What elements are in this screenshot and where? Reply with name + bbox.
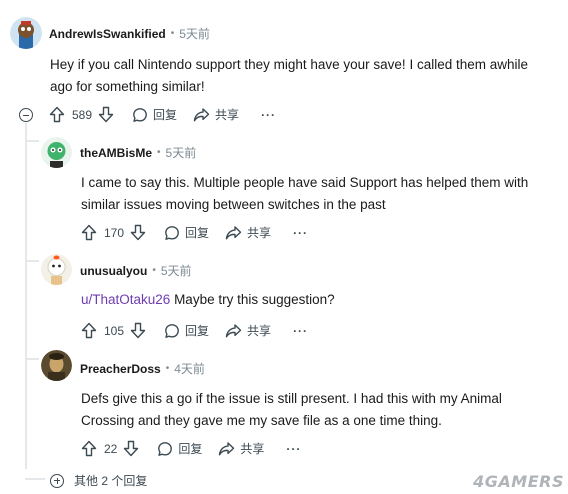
- more-options-button[interactable]: ···: [261, 108, 276, 122]
- comment-header: PreacherDoss • 4天前: [80, 360, 205, 377]
- comment-line: Hey if you call Nintendo support they mi…: [50, 57, 528, 72]
- timestamp[interactable]: 5天前: [179, 25, 210, 42]
- separator-dot: •: [157, 147, 161, 158]
- separator-dot: •: [152, 265, 156, 276]
- share-icon: [225, 323, 242, 337]
- comment-header: theAMBisMe • 5天前: [80, 144, 196, 161]
- more-replies-label: 其他 2 个回复: [74, 474, 148, 488]
- share-button[interactable]: 共享: [218, 440, 264, 457]
- comment-text: Maybe try this suggestion?: [170, 292, 335, 307]
- vote-count: 589: [72, 107, 93, 122]
- avatar[interactable]: [41, 254, 72, 285]
- thread-line-main[interactable]: [25, 123, 27, 469]
- expand-icon: [50, 473, 64, 488]
- more-options-button[interactable]: ···: [293, 226, 308, 240]
- reply-button[interactable]: 回复: [164, 224, 209, 241]
- comment-body: u/ThatOtaku26 Maybe try this suggestion?: [81, 289, 335, 311]
- thread-branch-2: [25, 260, 39, 262]
- comment-body: Defs give this a go if the issue is stil…: [81, 388, 502, 432]
- share-icon: [193, 107, 210, 121]
- user-mention-link[interactable]: u/ThatOtaku26: [81, 292, 170, 307]
- reply-label: 回复: [178, 442, 203, 456]
- timestamp[interactable]: 4天前: [174, 360, 205, 377]
- share-button[interactable]: 共享: [193, 106, 239, 123]
- reply-button[interactable]: 回复: [157, 440, 202, 457]
- comment-actions: 105 回复 共享 ···: [81, 322, 308, 339]
- avatar[interactable]: [41, 137, 72, 168]
- comment-thread: AndrewIsSwankified • 5天前 Hey if you call…: [0, 0, 568, 494]
- upvote-button[interactable]: [81, 322, 97, 339]
- share-button[interactable]: 共享: [225, 322, 271, 339]
- reply-button[interactable]: 回复: [132, 106, 177, 123]
- reply-label: 回复: [185, 324, 210, 338]
- downvote-button[interactable]: [130, 322, 146, 339]
- upvote-icon: [81, 440, 97, 457]
- share-button[interactable]: 共享: [225, 224, 271, 241]
- comment-line: I came to say this. Multiple people have…: [81, 175, 529, 190]
- downvote-icon: [124, 440, 139, 457]
- upvote-button[interactable]: [49, 106, 65, 123]
- vote-count: 22: [104, 441, 118, 456]
- vote-count: 105: [104, 323, 125, 338]
- share-label: 共享: [247, 324, 272, 338]
- thread-branch-more: [25, 478, 45, 480]
- thread-branch-3: [25, 358, 39, 360]
- share-icon: [219, 441, 235, 455]
- reply-button[interactable]: 回复: [164, 322, 209, 339]
- comment-line: Defs give this a go if the issue is stil…: [81, 391, 502, 406]
- comment-header: AndrewIsSwankified • 5天前: [49, 25, 210, 42]
- username[interactable]: unusualyou: [80, 264, 147, 278]
- downvote-icon: [98, 106, 114, 123]
- separator-dot: •: [165, 363, 170, 374]
- downvote-button[interactable]: [130, 224, 146, 241]
- reply-label: 回复: [153, 108, 178, 122]
- thread-branch-1: [25, 140, 39, 142]
- comment-line: similar issues moving between switches i…: [81, 197, 386, 212]
- comment-body: I came to say this. Multiple people have…: [81, 172, 528, 216]
- comment-line: Crossing and they gave me my save file a…: [81, 413, 442, 428]
- reply-icon: [133, 107, 147, 122]
- comment-line: ago for something similar!: [50, 79, 205, 94]
- timestamp[interactable]: 5天前: [166, 144, 197, 161]
- collapse-icon[interactable]: [19, 108, 33, 122]
- downvote-icon: [130, 224, 146, 241]
- reply-icon: [158, 441, 173, 456]
- avatar[interactable]: [10, 17, 42, 49]
- username[interactable]: PreacherDoss: [80, 362, 161, 376]
- separator-dot: •: [170, 28, 175, 39]
- comment-header: unusualyou • 5天前: [80, 262, 192, 279]
- more-options-button[interactable]: ···: [293, 324, 308, 338]
- share-icon: [225, 225, 242, 239]
- username[interactable]: theAMBisMe: [80, 146, 152, 160]
- timestamp[interactable]: 5天前: [161, 262, 192, 279]
- downvote-button[interactable]: [123, 440, 139, 457]
- avatar[interactable]: [41, 350, 72, 381]
- upvote-icon: [81, 224, 97, 241]
- share-label: 共享: [247, 226, 272, 240]
- comment-actions: 22 回复 共享 ···: [81, 440, 301, 457]
- more-options-button[interactable]: ···: [286, 442, 301, 456]
- more-replies-button[interactable]: 其他 2 个回复: [50, 472, 147, 489]
- username[interactable]: AndrewIsSwankified: [49, 27, 166, 41]
- comment-body: Hey if you call Nintendo support they mi…: [50, 54, 528, 98]
- comment-actions: 589 回复 共享 ···: [49, 106, 276, 123]
- reply-icon: [165, 225, 179, 240]
- share-label: 共享: [215, 108, 240, 122]
- reply-label: 回复: [185, 226, 210, 240]
- upvote-icon: [81, 322, 97, 339]
- share-label: 共享: [240, 442, 265, 456]
- downvote-button[interactable]: [98, 106, 114, 123]
- vote-count: 170: [104, 225, 125, 240]
- downvote-icon: [130, 322, 146, 339]
- upvote-button[interactable]: [81, 224, 97, 241]
- reply-icon: [165, 323, 179, 338]
- comment-actions: 170 回复 共享 ···: [81, 224, 308, 241]
- upvote-icon: [49, 106, 65, 123]
- watermark-logo: 4GAMERS: [473, 472, 564, 491]
- upvote-button[interactable]: [81, 440, 97, 457]
